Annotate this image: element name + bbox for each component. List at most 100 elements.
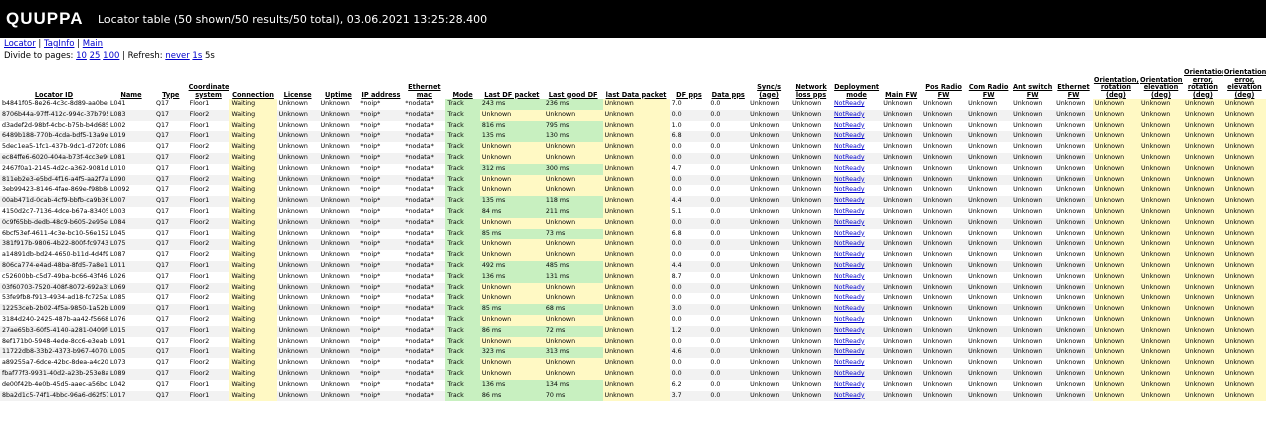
cell-sync: Unknown [748, 152, 791, 164]
column-header[interactable]: IP address [358, 63, 403, 99]
cell-orientation-error-rotation: Unknown [1183, 131, 1223, 143]
cell-ethernet-mac: *nodata* [405, 380, 434, 388]
column-header[interactable]: DF pps [670, 63, 709, 99]
refresh-never-link[interactable]: never [165, 51, 189, 61]
cell-deployment-mode-link[interactable]: NotReady [831, 196, 882, 207]
page-size-100[interactable]: 100 [103, 51, 119, 61]
cell-last-data-packet: Unknown [602, 196, 670, 207]
cell-locator-id: ec84ffe6-6020-404a-b73f-4cc3e90c445b [0, 152, 108, 164]
cell-deployment-mode-link[interactable]: NotReady [832, 293, 881, 304]
column-header[interactable]: Coordinate system [188, 63, 230, 99]
cell-deployment-mode-link[interactable]: NotReady [832, 358, 881, 369]
refresh-1s-link[interactable]: 1s [192, 51, 202, 61]
cell-deployment-mode-link[interactable]: NotReady [832, 315, 881, 326]
cell-deployment-mode-link[interactable]: NotReady [832, 250, 881, 261]
column-header[interactable]: Orientation, rotation (deg) [1093, 63, 1139, 99]
cell-orientation-error-elevation: Unknown [1222, 282, 1266, 294]
cell-deployment-mode-link[interactable]: NotReady [831, 217, 882, 229]
column-header[interactable]: Com Radio FW [966, 63, 1011, 99]
nav-link-taginfo[interactable]: TagInfo [44, 39, 74, 49]
cell-deployment-mode-link[interactable]: NotReady [831, 390, 882, 402]
cell-deployment-mode-link[interactable]: NotReady [832, 121, 881, 132]
column-header[interactable]: Uptime [319, 63, 359, 99]
cell-main-fw: Unknown [881, 109, 922, 121]
cell-ethernet-fw: Unknown [1054, 282, 1093, 294]
column-header[interactable]: Connection [229, 63, 276, 99]
column-header[interactable]: Pos Radio FW [921, 63, 966, 99]
cell-deployment-mode-link[interactable]: NotReady [832, 99, 881, 110]
cell-deployment-mode-link[interactable]: NotReady [832, 142, 881, 153]
column-header[interactable]: Data pps [708, 63, 748, 99]
column-header[interactable]: Ethernet FW [1054, 63, 1093, 99]
column-header[interactable]: Mode [445, 63, 480, 99]
cell-ip-address: *noip* [360, 229, 381, 237]
cell-ethernet-fw: Unknown [1054, 131, 1093, 143]
cell-orientation-error-elevation: Unknown [1222, 325, 1266, 337]
nav-link-locator[interactable]: Locator [4, 39, 36, 49]
cell-df-pps: 7.0 [671, 100, 682, 107]
cell-deployment-mode-link[interactable]: NotReady [831, 131, 882, 143]
cell-deployment-mode-link[interactable]: NotReady [831, 282, 882, 294]
cell-sync: Unknown [750, 272, 780, 280]
cell-ethernet-mac: *nodata* [405, 337, 434, 345]
cell-type: Q17 [154, 152, 188, 164]
column-header[interactable]: Network loss pps [790, 63, 832, 99]
cell-coordinate-system: Floor1 [189, 207, 210, 215]
cell-deployment-mode-link[interactable]: NotReady [831, 347, 882, 359]
cell-ip-address: *noip* [358, 152, 404, 164]
cell-deployment-mode-link[interactable]: NotReady [831, 109, 882, 121]
cell-com-radio-fw: Unknown [966, 304, 1012, 315]
column-header[interactable]: Ant switch FW [1011, 63, 1054, 99]
column-header[interactable]: Name [108, 63, 154, 99]
column-header[interactable]: Orientation, elevation (deg) [1139, 63, 1183, 99]
cell-connection: Waiting [229, 282, 277, 294]
cell-ant-switch-fw: Unknown [1011, 217, 1055, 229]
column-header[interactable]: Deployment mode [832, 63, 881, 99]
cell-deployment-mode-link[interactable]: NotReady [831, 174, 882, 186]
cell-last-data-packet: Unknown [602, 217, 670, 229]
cell-deployment-mode-link[interactable]: NotReady [832, 185, 881, 196]
cell-deployment-mode-link[interactable]: NotReady [831, 304, 882, 315]
table-row: 3184d240-2425-487b-aa42-f5668207f47dL076… [0, 314, 1266, 326]
column-header[interactable]: Orientation error, elevation (deg) [1223, 63, 1266, 99]
cell-mode: Track [445, 368, 480, 380]
cell-connection: Waiting [229, 185, 277, 197]
cell-deployment-mode-link[interactable]: NotReady [832, 272, 881, 283]
cell-ethernet-mac: *nodata* [403, 282, 446, 294]
cell-ethernet-fw: Unknown [1056, 359, 1086, 367]
cell-name: L017 [107, 390, 155, 402]
cell-deployment-mode-link[interactable]: NotReady [831, 260, 882, 272]
cell-ip-address: *noip* [358, 109, 404, 121]
cell-name: L069 [107, 282, 155, 294]
cell-main-fw: Unknown [881, 304, 922, 315]
cell-last-data-packet: Unknown [602, 325, 670, 337]
column-header[interactable]: Sync/s (age) [748, 63, 790, 99]
cell-deployment-mode-link[interactable]: NotReady [832, 337, 881, 348]
column-header[interactable]: Last DF packet [480, 63, 544, 99]
cell-deployment-mode-link[interactable]: NotReady [831, 368, 882, 380]
column-header[interactable]: Main FW [881, 63, 921, 99]
cell-locator-id: d3adef2d-98bf-4cbc-b75b-b4d685eed3d6 [2, 121, 108, 129]
cell-ant-switch-fw: Unknown [1013, 207, 1043, 215]
column-header[interactable]: Locator ID [0, 63, 108, 99]
page-size-25[interactable]: 25 [90, 51, 101, 61]
column-header[interactable]: last Data packet [603, 63, 670, 99]
cell-deployment-mode-link[interactable]: NotReady [831, 152, 882, 164]
cell-deployment-mode-link[interactable]: NotReady [832, 380, 881, 391]
cell-deployment-mode-link[interactable]: NotReady [832, 229, 881, 240]
nav-link-main[interactable]: Main [83, 39, 103, 49]
cell-sync: Unknown [748, 347, 791, 359]
cell-deployment-mode-link[interactable]: NotReady [831, 239, 882, 251]
column-header[interactable]: Ethernet mac [403, 63, 445, 99]
cell-deployment-mode-link[interactable]: NotReady [832, 207, 881, 218]
column-header[interactable]: Type [154, 63, 188, 99]
cell-deployment-mode-link[interactable]: NotReady [832, 164, 881, 175]
cell-coordinate-system: Floor1 [189, 380, 210, 388]
column-header[interactable]: License [277, 63, 319, 99]
table-row: 4150d2c7-7136-4dce-b67a-83405a8dd428L003… [0, 206, 1266, 218]
cell-deployment-mode-link[interactable]: NotReady [831, 325, 882, 337]
column-header[interactable]: Orientation error, rotation (deg) [1183, 63, 1223, 99]
cell-com-radio-fw: Unknown [966, 260, 1012, 272]
page-size-10[interactable]: 10 [76, 51, 87, 61]
column-header[interactable]: Last good DF [544, 63, 603, 99]
